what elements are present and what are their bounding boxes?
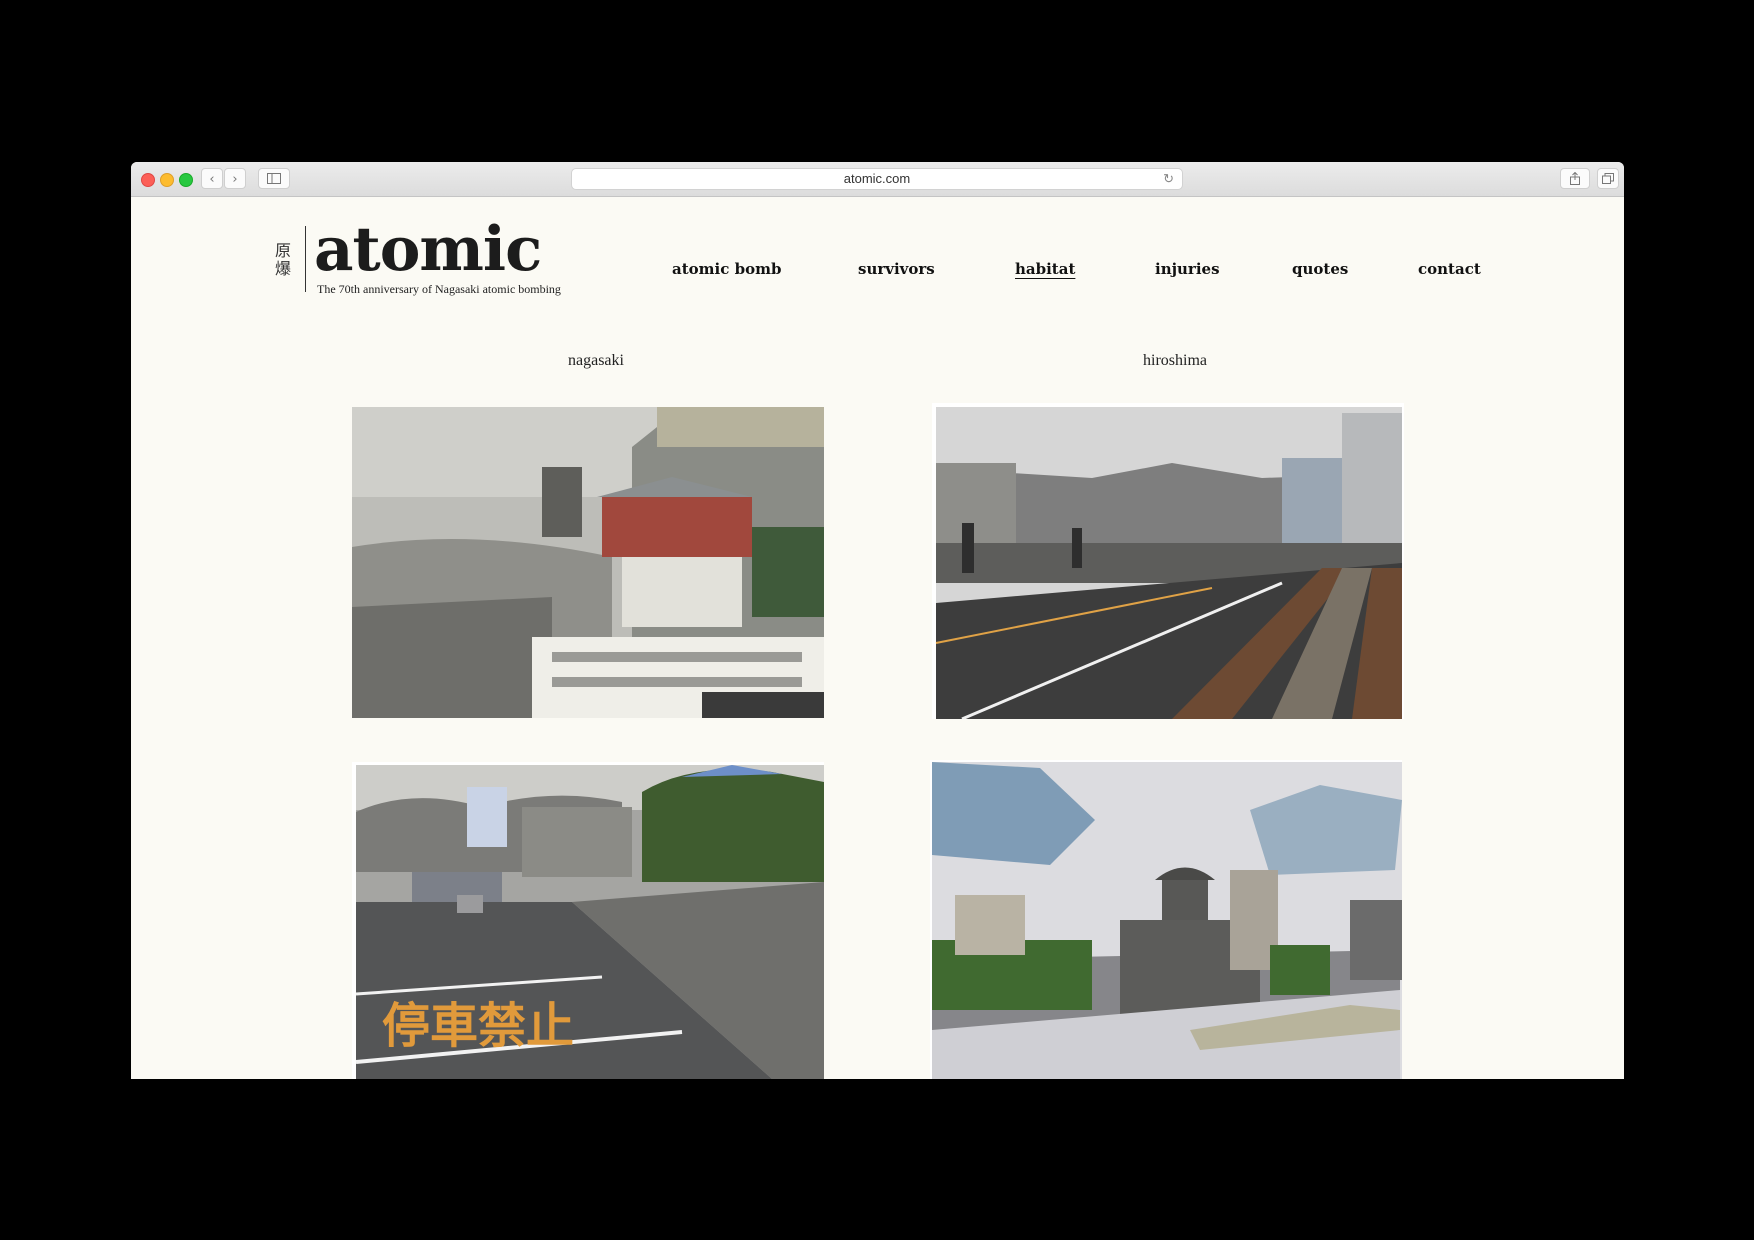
logo-wordmark[interactable]: atomic — [314, 210, 542, 290]
back-button[interactable]: ‹ — [201, 168, 223, 189]
url-text: atomic.com — [843, 171, 911, 186]
hiroshima-dome-image — [930, 760, 1402, 1079]
nav-survivors[interactable]: survivors — [858, 260, 935, 278]
nagasaki-title: nagasaki — [568, 352, 624, 369]
browser-toolbar: ‹ › atomic.com ↻ — [131, 162, 1624, 197]
tabs-button[interactable] — [1597, 168, 1619, 189]
share-button[interactable] — [1560, 168, 1590, 189]
minimize-window-button[interactable] — [160, 173, 174, 187]
logo-kanji-bottom: 爆 — [275, 259, 292, 278]
logo-tagline: The 70th anniversary of Nagasaki atomic … — [317, 282, 561, 296]
hiroshima-title: hiroshima — [1143, 352, 1207, 369]
sidebar-icon — [267, 173, 281, 184]
browser-window: ‹ › atomic.com ↻ 原 爆 atomic The 70th ann… — [131, 162, 1624, 1079]
close-window-button[interactable] — [141, 173, 155, 187]
logo-kanji-top: 原 — [275, 241, 292, 260]
nagasaki-photo-cathedral[interactable] — [352, 407, 824, 718]
address-bar[interactable]: atomic.com ↻ — [571, 168, 1183, 190]
nav-habitat[interactable]: habitat — [1015, 260, 1075, 278]
forward-button[interactable]: › — [224, 168, 246, 189]
logo-kanji: 原 爆 — [275, 242, 295, 278]
reload-icon[interactable]: ↻ — [1163, 169, 1174, 189]
nav-contact[interactable]: contact — [1418, 260, 1481, 278]
nagasaki-photo-road[interactable]: 停車禁止 — [352, 762, 824, 1079]
road-marking-text: 停車禁止 — [382, 998, 574, 1054]
nagasaki-road-image: 停車禁止 — [352, 762, 824, 1079]
nav-quotes[interactable]: quotes — [1292, 260, 1348, 278]
tabs-icon — [1602, 173, 1614, 184]
hiroshima-photo-dome[interactable] — [930, 760, 1402, 1079]
sidebar-button[interactable] — [258, 168, 290, 189]
nagasaki-cathedral-image — [352, 407, 824, 718]
chevron-right-icon: › — [232, 172, 238, 187]
zoom-window-button[interactable] — [179, 173, 193, 187]
hiroshima-photo-street[interactable] — [932, 403, 1404, 719]
logo-divider — [305, 226, 306, 292]
share-icon — [1570, 171, 1580, 185]
nav-injuries[interactable]: injuries — [1155, 260, 1220, 278]
hiroshima-street-image — [932, 403, 1404, 719]
chevron-left-icon: ‹ — [209, 172, 215, 187]
nav-atomic-bomb[interactable]: atomic bomb — [672, 260, 781, 278]
